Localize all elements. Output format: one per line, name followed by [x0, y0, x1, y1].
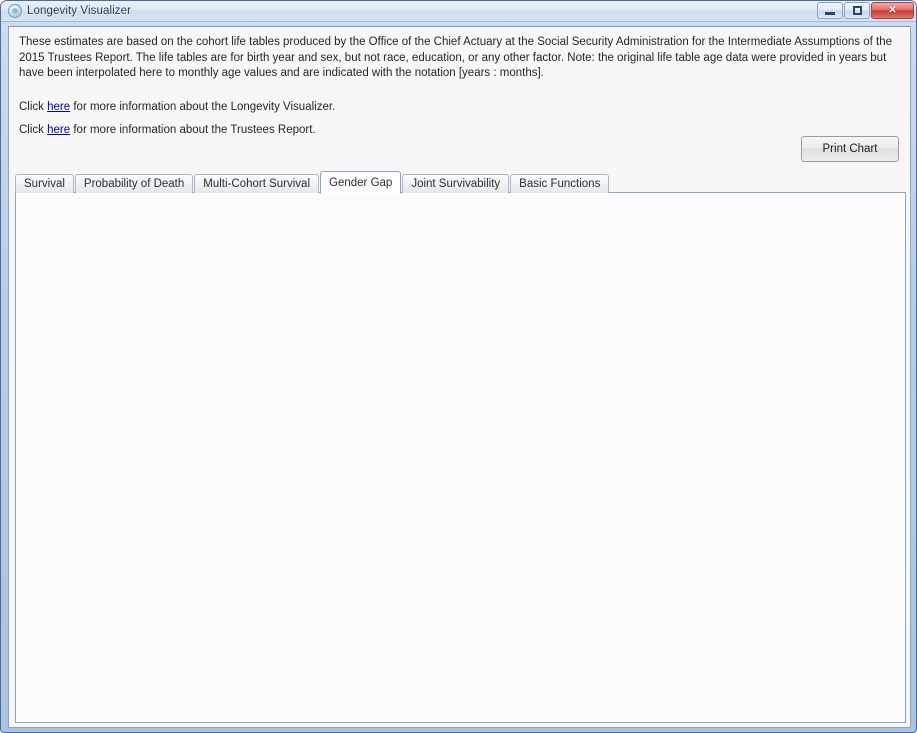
trustees-report-link[interactable]: here — [47, 124, 70, 136]
link-line-1-pre: Click — [19, 101, 47, 113]
tab-multi-cohort-survival[interactable]: Multi-Cohort Survival — [194, 174, 319, 193]
maximize-icon — [853, 6, 862, 15]
client-area: These estimates are based on the cohort … — [8, 26, 911, 728]
link-line-2-pre: Click — [19, 124, 47, 136]
minimize-icon — [825, 12, 835, 15]
tab-joint-survivability[interactable]: Joint Survivability — [402, 174, 509, 193]
tab-survival[interactable]: Survival — [15, 174, 74, 193]
maximize-button[interactable] — [844, 2, 870, 19]
info-links: Click here for more information about th… — [9, 82, 910, 142]
window-controls: ✕ — [817, 2, 914, 19]
tab-strip: Survival Probability of Death Multi-Coho… — [15, 171, 906, 193]
tab-probability-of-death[interactable]: Probability of Death — [75, 174, 193, 193]
link-line-trustees: Click here for more information about th… — [19, 119, 900, 142]
link-line-1-post: for more information about the Longevity… — [70, 101, 335, 113]
application-window: Longevity Visualizer ✕ These estimates a… — [0, 0, 917, 733]
tab-basic-functions[interactable]: Basic Functions — [510, 174, 609, 193]
link-line-2-post: for more information about the Trustees … — [70, 124, 315, 136]
link-line-longevity: Click here for more information about th… — [19, 96, 900, 119]
window-title: Longevity Visualizer — [27, 5, 131, 17]
print-chart-button[interactable]: Print Chart — [801, 136, 899, 162]
minimize-button[interactable] — [817, 2, 843, 19]
close-button[interactable]: ✕ — [871, 2, 914, 19]
title-bar: Longevity Visualizer ✕ — [1, 1, 916, 22]
close-icon: ✕ — [888, 5, 896, 16]
app-globe-icon — [8, 4, 22, 18]
tab-page-gender-gap — [15, 192, 906, 723]
tab-gender-gap[interactable]: Gender Gap — [320, 171, 401, 194]
intro-paragraph: These estimates are based on the cohort … — [9, 27, 910, 82]
longevity-visualizer-link[interactable]: here — [47, 101, 70, 113]
